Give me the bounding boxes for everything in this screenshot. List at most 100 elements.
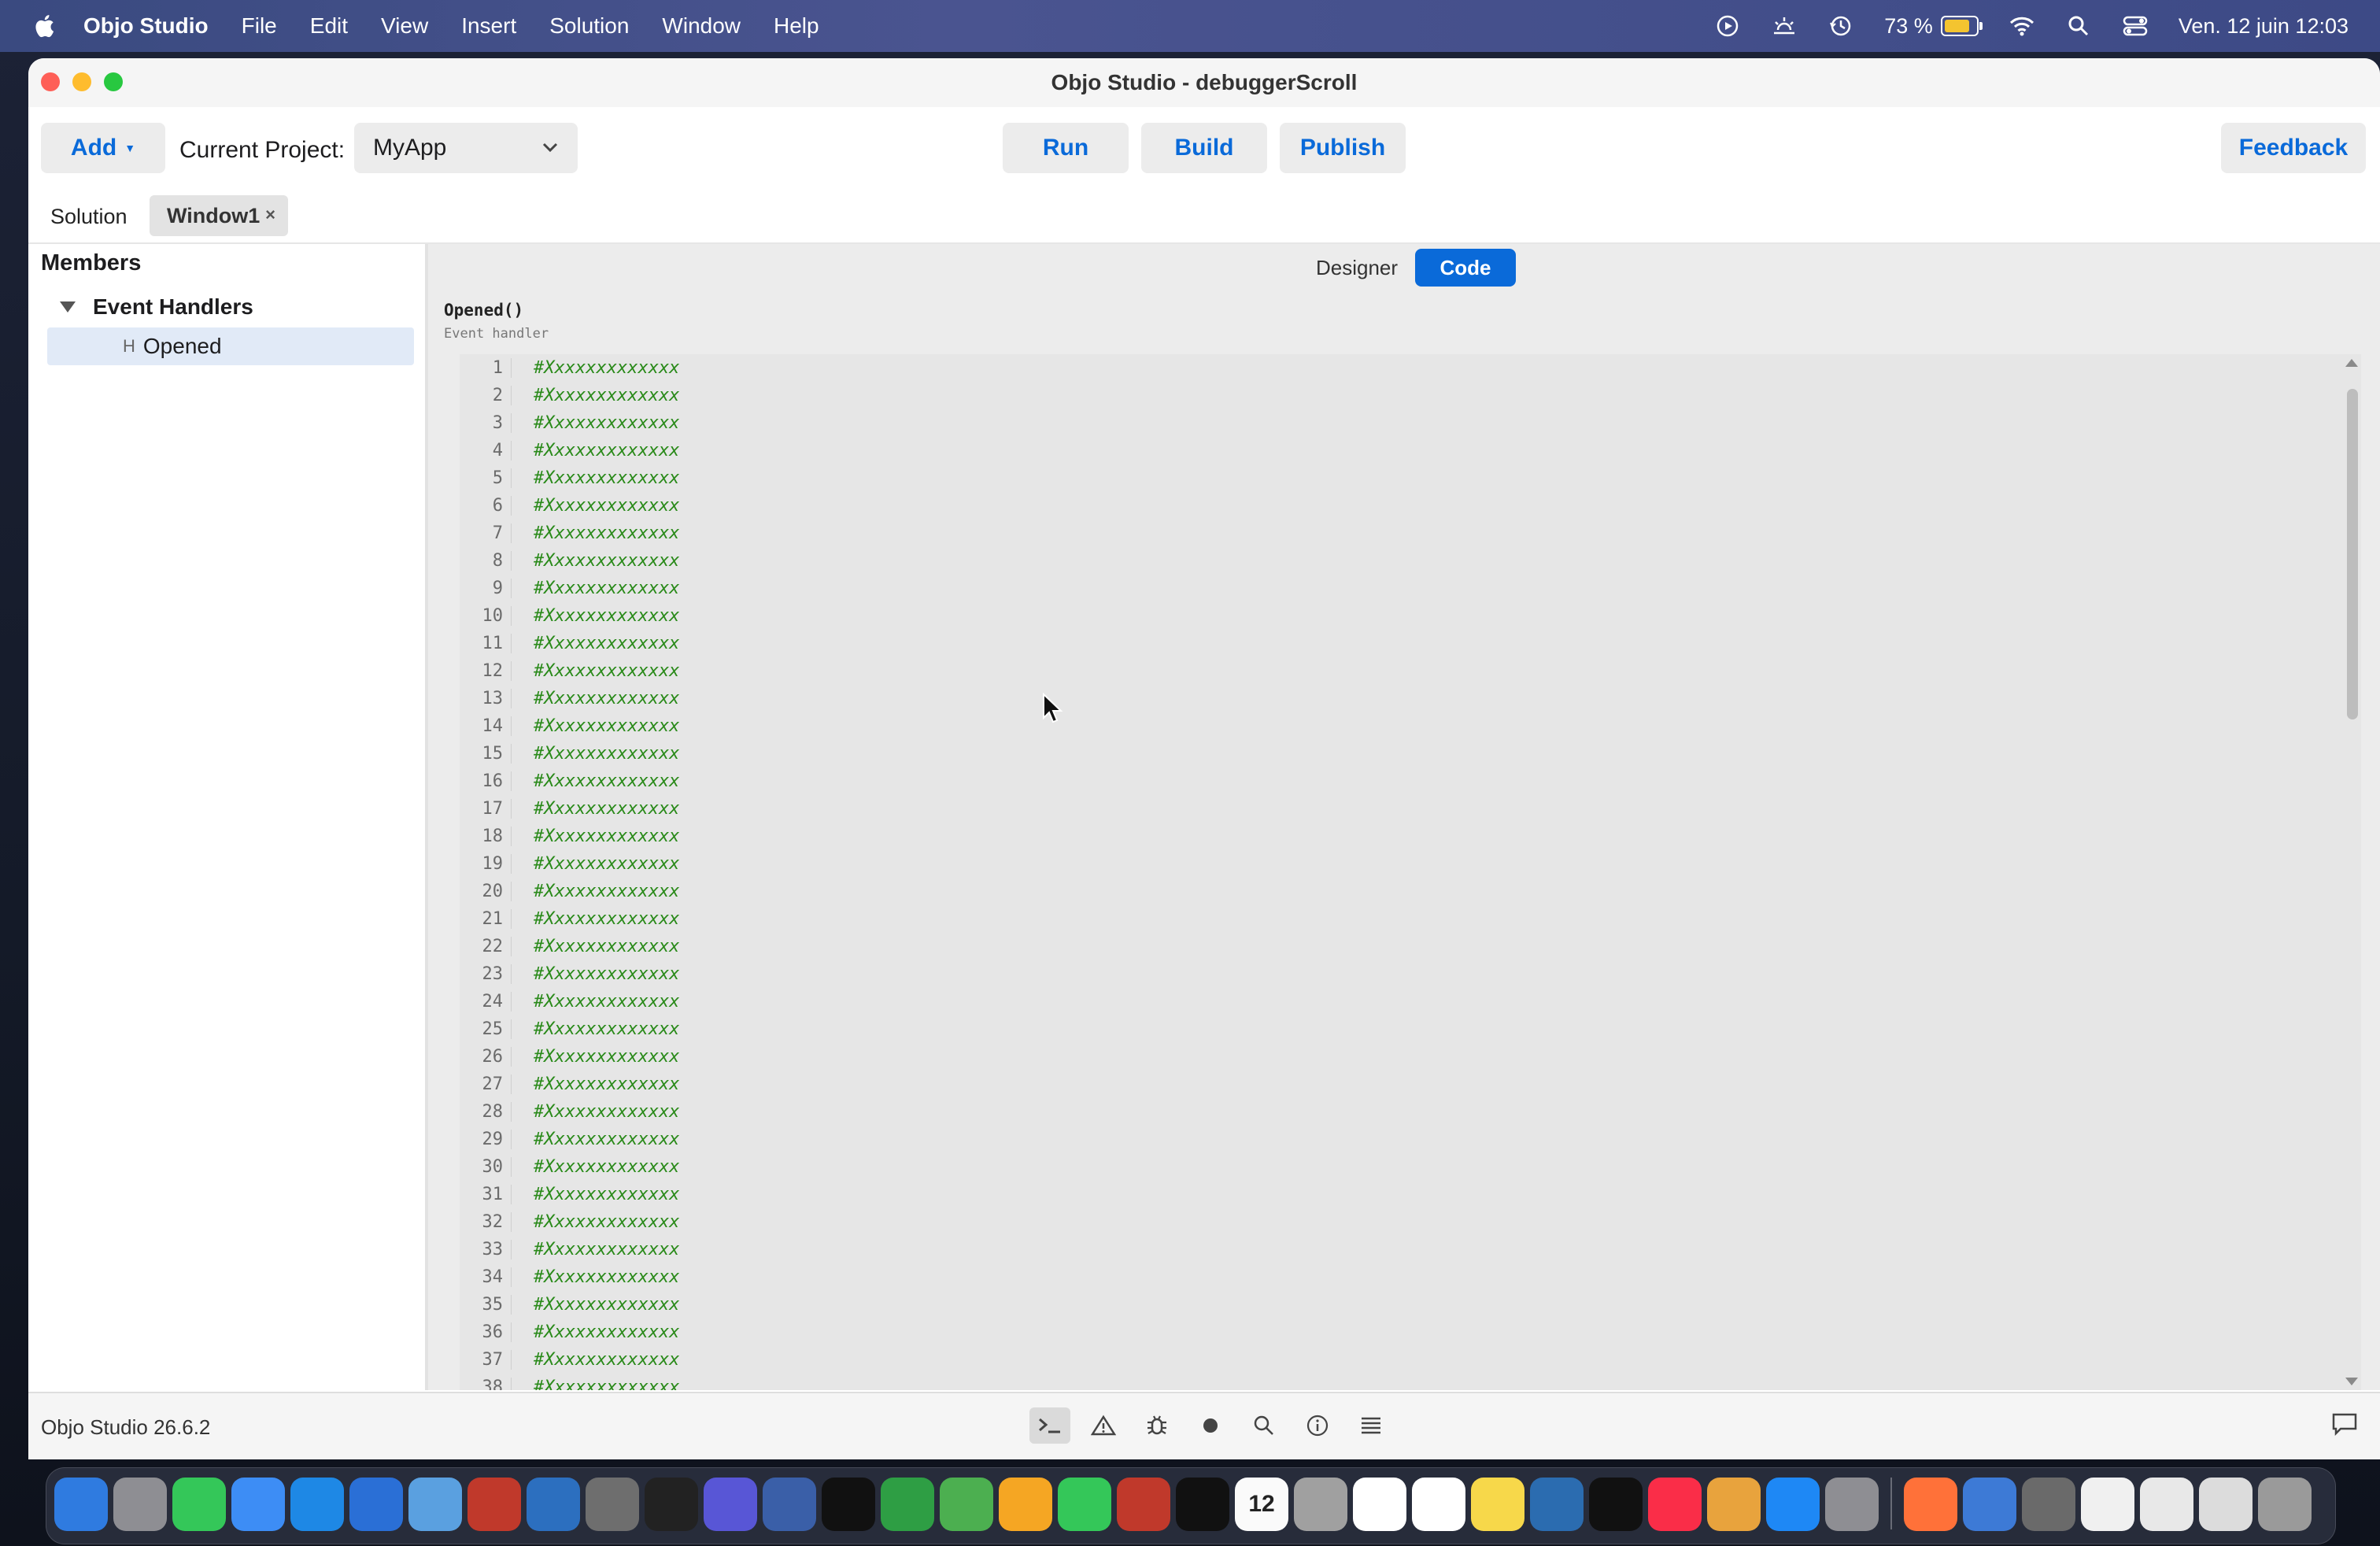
dock-launchpad-icon[interactable] xyxy=(113,1478,167,1531)
dock-finder-icon[interactable] xyxy=(54,1478,108,1531)
dock-apple-tv-icon[interactable] xyxy=(1589,1478,1643,1531)
menu-app-name[interactable]: Objo Studio xyxy=(83,13,209,39)
code-line[interactable]: 6 #Xxxxxxxxxxxxx xyxy=(460,492,679,520)
dock-activity-monitor-icon[interactable] xyxy=(1176,1478,1229,1531)
code-toggle[interactable]: Code xyxy=(1415,249,1516,287)
build-button[interactable]: Build xyxy=(1141,123,1267,173)
code-line[interactable]: 19 #Xxxxxxxxxxxxx xyxy=(460,850,679,878)
tab-solution[interactable]: Solution xyxy=(50,205,128,229)
warning-icon[interactable] xyxy=(1083,1407,1124,1444)
publish-button[interactable]: Publish xyxy=(1280,123,1406,173)
menu-solution[interactable]: Solution xyxy=(549,13,629,39)
zoom-window-button[interactable] xyxy=(104,72,123,91)
code-line[interactable]: 34 #Xxxxxxxxxxxxx xyxy=(460,1263,679,1291)
code-line[interactable]: 5 #Xxxxxxxxxxxxx xyxy=(460,464,679,492)
menu-file[interactable]: File xyxy=(242,13,277,39)
code-line[interactable]: 38 #Xxxxxxxxxxxxx xyxy=(460,1374,679,1390)
scroll-down-arrow-icon[interactable] xyxy=(2345,1378,2358,1385)
dock-firefox-icon[interactable] xyxy=(1904,1478,1957,1531)
dock-numbers-icon[interactable] xyxy=(881,1478,934,1531)
dock-scripteditor-icon[interactable] xyxy=(468,1478,521,1531)
bug-icon[interactable] xyxy=(1136,1407,1177,1444)
record-icon[interactable] xyxy=(1190,1407,1231,1444)
tab-window1[interactable]: Window1 × xyxy=(150,195,288,236)
menu-help[interactable]: Help xyxy=(774,13,819,39)
add-button[interactable]: Add ▼ xyxy=(41,123,165,173)
menubar-clock[interactable]: Ven. 12 juin 12:03 xyxy=(2179,14,2349,39)
code-line[interactable]: 15 #Xxxxxxxxxxxxx xyxy=(460,740,679,767)
dock-filezilla-icon[interactable] xyxy=(1117,1478,1170,1531)
code-line[interactable]: 30 #Xxxxxxxxxxxxx xyxy=(460,1153,679,1181)
run-button[interactable]: Run xyxy=(1003,123,1129,173)
code-line[interactable]: 18 #Xxxxxxxxxxxxx xyxy=(460,823,679,850)
code-line[interactable]: 25 #Xxxxxxxxxxxxx xyxy=(460,1015,679,1043)
battery-indicator[interactable]: 73 % xyxy=(1884,14,1983,39)
code-line[interactable]: 35 #Xxxxxxxxxxxxx xyxy=(460,1291,679,1319)
apple-menu-icon[interactable] xyxy=(31,12,57,40)
dock-chatgpt-icon[interactable] xyxy=(822,1478,875,1531)
spotlight-search-icon[interactable] xyxy=(2065,13,2092,39)
code-line[interactable]: 9 #Xxxxxxxxxxxxx xyxy=(460,575,679,602)
menu-view[interactable]: View xyxy=(381,13,428,39)
dock-mail-icon[interactable] xyxy=(231,1478,285,1531)
dock-music-icon[interactable] xyxy=(1648,1478,1702,1531)
sunrise-icon[interactable] xyxy=(1771,13,1798,39)
designer-toggle[interactable]: Designer xyxy=(1310,249,1404,287)
dock-typora-icon[interactable] xyxy=(1412,1478,1465,1531)
dock-terminal-icon[interactable] xyxy=(645,1478,698,1531)
dock-network-radar-icon[interactable] xyxy=(763,1478,816,1531)
code-line[interactable]: 22 #Xxxxxxxxxxxxx xyxy=(460,933,679,960)
dock-document-2-icon[interactable] xyxy=(2140,1478,2193,1531)
info-icon[interactable] xyxy=(1297,1407,1338,1444)
dock-maps-icon[interactable] xyxy=(940,1478,993,1531)
code-line[interactable]: 29 #Xxxxxxxxxxxxx xyxy=(460,1126,679,1153)
dock-facetime-icon[interactable] xyxy=(1058,1478,1111,1531)
dock-photos-icon[interactable] xyxy=(999,1478,1052,1531)
code-line[interactable]: 26 #Xxxxxxxxxxxxx xyxy=(460,1043,679,1071)
terminal-icon[interactable] xyxy=(1029,1407,1070,1444)
code-line[interactable]: 27 #Xxxxxxxxxxxxx xyxy=(460,1071,679,1098)
dock-objo-icon[interactable] xyxy=(704,1478,757,1531)
code-line[interactable]: 20 #Xxxxxxxxxxxxx xyxy=(460,878,679,905)
code-line[interactable]: 33 #Xxxxxxxxxxxxx xyxy=(460,1236,679,1263)
code-line[interactable]: 12 #Xxxxxxxxxxxxx xyxy=(460,657,679,685)
window-titlebar[interactable]: Objo Studio - debuggerScroll xyxy=(28,58,2380,108)
dock-contacts-icon[interactable] xyxy=(1294,1478,1347,1531)
menu-edit[interactable]: Edit xyxy=(310,13,348,39)
code-line[interactable]: 3 #Xxxxxxxxxxxxx xyxy=(460,409,679,437)
code-text-area[interactable]: 1 #Xxxxxxxxxxxxx 2 #Xxxxxxxxxxxxx 3 #Xxxxxxxx… xyxy=(460,354,2361,1390)
control-center-icon[interactable] xyxy=(2122,13,2149,39)
project-select[interactable]: MyApp xyxy=(354,123,578,173)
dock-trash-icon[interactable] xyxy=(2258,1478,2312,1531)
list-icon[interactable] xyxy=(1351,1407,1391,1444)
tab-close-icon[interactable]: × xyxy=(265,205,275,225)
dock-document-icon[interactable] xyxy=(2081,1478,2134,1531)
disclosure-triangle-icon[interactable] xyxy=(60,301,76,313)
code-line[interactable]: 21 #Xxxxxxxxxxxxx xyxy=(460,905,679,933)
menu-window[interactable]: Window xyxy=(662,13,741,39)
code-line[interactable]: 1 #Xxxxxxxxxxxxx xyxy=(460,354,679,382)
feedback-button[interactable]: Feedback xyxy=(2221,123,2366,173)
code-line[interactable]: 31 #Xxxxxxxxxxxxx xyxy=(460,1181,679,1208)
dock-safari-icon[interactable] xyxy=(290,1478,344,1531)
dock-xcode-icon[interactable] xyxy=(349,1478,403,1531)
tree-item-opened[interactable]: H Opened xyxy=(47,327,414,365)
dock-notes-icon[interactable] xyxy=(1471,1478,1524,1531)
code-line[interactable]: 8 #Xxxxxxxxxxxxx xyxy=(460,547,679,575)
code-line[interactable]: 37 #Xxxxxxxxxxxxx xyxy=(460,1346,679,1374)
code-line[interactable]: 24 #Xxxxxxxxxxxxx xyxy=(460,988,679,1015)
dock-reminders-icon[interactable] xyxy=(1353,1478,1406,1531)
dock-calendar-icon[interactable]: 12 xyxy=(1235,1478,1288,1531)
code-line[interactable]: 7 #Xxxxxxxxxxxxx xyxy=(460,520,679,547)
vertical-scrollbar[interactable] xyxy=(2342,354,2361,1390)
code-line[interactable]: 16 #Xxxxxxxxxxxxx xyxy=(460,767,679,795)
code-line[interactable]: 4 #Xxxxxxxxxxxxx xyxy=(460,437,679,464)
code-line[interactable]: 17 #Xxxxxxxxxxxxx xyxy=(460,795,679,823)
code-line[interactable]: 14 #Xxxxxxxxxxxxx xyxy=(460,712,679,740)
code-line[interactable]: 28 #Xxxxxxxxxxxxx xyxy=(460,1098,679,1126)
dock-messages-icon[interactable] xyxy=(172,1478,226,1531)
code-line[interactable]: 36 #Xxxxxxxxxxxxx xyxy=(460,1319,679,1346)
dock-app-store-icon[interactable] xyxy=(1766,1478,1820,1531)
dock-freeform-icon[interactable] xyxy=(1530,1478,1584,1531)
dock-preview-icon[interactable] xyxy=(408,1478,462,1531)
